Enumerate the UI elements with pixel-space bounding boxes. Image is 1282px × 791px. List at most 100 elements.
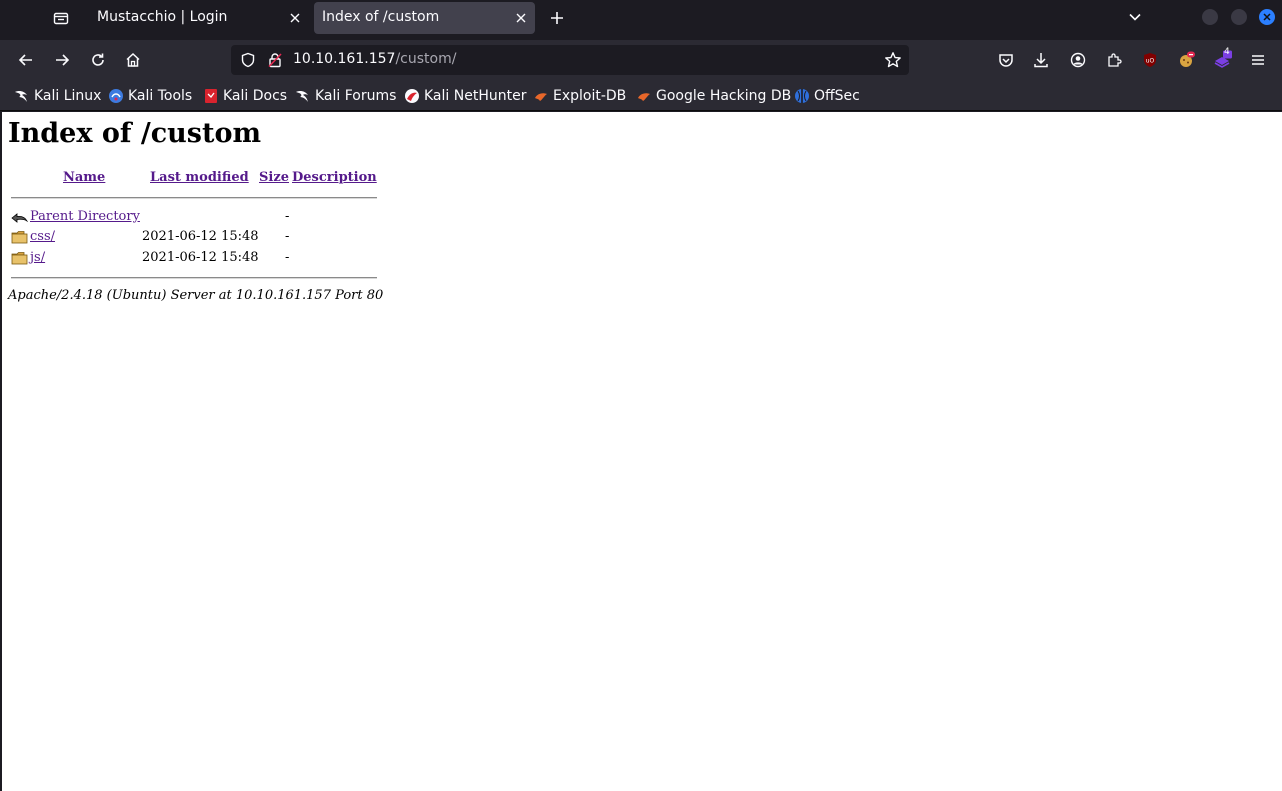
extensions-button[interactable] [1100,46,1128,74]
list-all-tabs-button[interactable] [1122,4,1148,30]
bookmark-label: Kali Linux [34,88,102,104]
maximize-button[interactable] [1231,9,1247,25]
chevron-down-icon [1129,13,1141,21]
reload-icon [92,53,104,66]
tab-index-of-custom[interactable]: Index of /custom [314,2,535,34]
url-host: 10.10.161.157 [293,51,396,67]
window-close-button[interactable] [1259,9,1275,25]
tab-strip: Mustacchio | Login Index of /custom [0,0,1282,36]
bookmark-kali-forums[interactable]: Kali Forums [295,86,396,106]
directory-link-js[interactable]: js/ [30,250,45,265]
table-row: css/ 2021-06-12 15:48 - [11,227,391,247]
column-header-size[interactable]: Size [259,170,289,185]
kali-dragon-icon [295,88,311,104]
tab-close-button[interactable] [513,10,529,26]
tracking-protection-shield-icon[interactable] [239,51,257,69]
plus-icon [551,12,563,24]
tab-mustacchio-login[interactable]: Mustacchio | Login [89,2,309,34]
reload-button[interactable] [84,46,112,74]
close-icon [290,13,300,23]
sort-by-description-link[interactable]: Description [292,170,377,185]
tab-list-icon [53,12,69,25]
page-title: Index of /custom [8,118,262,149]
tab-close-button[interactable] [287,10,303,26]
cookie-icon [1180,51,1195,67]
bookmark-kali-nethunter[interactable]: Kali NetHunter [404,86,526,106]
bookmark-label: OffSec [814,88,860,104]
directory-link-css[interactable]: css/ [30,229,55,244]
tab-list-button[interactable] [44,4,78,32]
cookie-extension-button[interactable] [1172,46,1200,74]
bookmark-label: Kali Tools [128,88,193,104]
url-bar[interactable]: 10.10.161.157/custom/ [231,45,909,75]
last-modified-cell: 2021-06-12 15:48 [142,250,259,265]
column-header-name[interactable]: Name [63,170,105,185]
app-menu-button[interactable] [1244,46,1272,74]
bookmark-label: Kali NetHunter [424,88,527,104]
bookmark-label: Exploit-DB [553,88,627,104]
navigation-toolbar: 10.10.161.157/custom/ uO 4 [0,40,1282,80]
bookmark-star-icon[interactable] [884,51,902,69]
bookmark-kali-tools[interactable]: Kali Tools [108,86,192,106]
close-icon [516,13,526,23]
svg-text:uO: uO [1146,58,1155,65]
pocket-icon [999,54,1013,67]
size-cell: - [285,209,290,224]
extension-badge: 4 [1224,47,1230,57]
exploit-db-icon [636,88,652,104]
home-icon [126,52,140,67]
ublock-origin-button[interactable]: uO [1136,46,1164,74]
url-path: /custom/ [395,51,457,67]
folder-icon [11,250,29,266]
column-header-description[interactable]: Description [292,170,377,185]
header-divider [11,197,377,199]
url-text: 10.10.161.157/custom/ [293,51,456,67]
back-arrow-icon [11,209,29,225]
bookmark-kali-linux[interactable]: Kali Linux [14,86,101,106]
tab-title: Mustacchio | Login [97,9,228,25]
bookmark-label: Google Hacking DB [656,88,792,104]
size-cell: - [285,250,290,265]
home-button[interactable] [119,46,147,74]
bookmark-offsec[interactable]: OffSec [794,86,860,106]
sort-by-name-link[interactable]: Name [63,170,105,185]
account-icon [1070,52,1086,68]
last-modified-cell: 2021-06-12 15:48 [142,229,259,244]
hack-tools-extension-button[interactable]: 4 [1208,46,1236,74]
bookmark-label: Kali Docs [223,88,288,104]
bookmark-google-hacking-db[interactable]: Google Hacking DB [636,86,791,106]
nethunter-icon [404,88,420,104]
offsec-icon [794,88,810,104]
page-content: Index of /custom Name Last modified Size… [2,112,1282,791]
table-row: Parent Directory - [11,207,391,227]
account-button[interactable] [1064,46,1092,74]
exploit-db-icon [533,88,549,104]
bookmarks-toolbar: Kali Linux Kali Tools Kali Docs Kali For… [0,80,1282,111]
bookmark-kali-docs[interactable]: Kali Docs [203,86,287,106]
close-icon [1263,13,1271,21]
bookmark-exploit-db[interactable]: Exploit-DB [533,86,626,106]
forward-arrow-icon [56,54,70,66]
server-signature: Apache/2.4.18 (Ubuntu) Server at 10.10.1… [8,288,384,303]
pocket-button[interactable] [992,46,1020,74]
size-cell: - [285,229,290,244]
ublock-origin-icon: uO [1144,53,1156,67]
downloads-button[interactable] [1027,46,1055,74]
download-icon [1034,53,1048,68]
sort-by-last-modified-link[interactable]: Last modified [150,170,249,185]
table-row: js/ 2021-06-12 15:48 - [11,248,391,268]
new-tab-button[interactable] [543,4,571,32]
parent-directory-link[interactable]: Parent Directory [30,209,140,224]
column-header-last-modified[interactable]: Last modified [150,170,249,185]
minimize-button[interactable] [1202,9,1218,25]
kali-docs-icon [203,88,219,104]
bookmark-label: Kali Forums [315,88,397,104]
insecure-lock-icon[interactable] [266,51,284,69]
kali-dragon-icon [14,88,30,104]
forward-button[interactable] [48,46,76,74]
sort-by-size-link[interactable]: Size [259,170,289,185]
footer-divider [11,277,377,279]
tab-title: Index of /custom [322,9,440,25]
puzzle-piece-icon [1108,53,1122,67]
back-button[interactable] [12,46,40,74]
